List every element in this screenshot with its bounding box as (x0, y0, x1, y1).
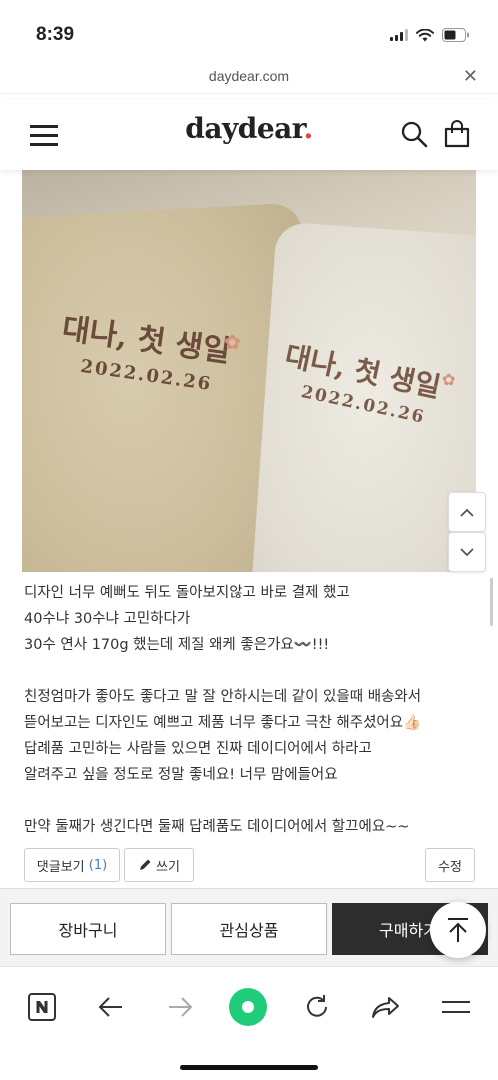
chevron-up-icon (460, 508, 474, 517)
view-comments-label: 댓글보기 (36, 859, 85, 875)
review-line: 만약 둘째가 생긴다면 둘째 답례품도 데이디어에서 할끄에요~~ (24, 819, 410, 835)
home-indicator (180, 1065, 318, 1070)
scroll-to-top-button[interactable] (430, 902, 486, 958)
share-button[interactable] (366, 987, 406, 1027)
forward-button[interactable] (160, 987, 200, 1027)
chevron-down-icon (460, 547, 474, 556)
pencil-icon (140, 859, 151, 870)
review-line: 친정엄마가 좋아도 좋다고 말 잘 안하시는데 같이 있을때 배송와서 (24, 689, 422, 705)
review-line: 답례품 고민하는 사람들 있으면 진짜 데이디어에서 하라고 (24, 741, 372, 757)
close-icon[interactable]: ✕ (463, 66, 478, 87)
review-line: 30수 연사 170g 했는데 제질 왜케 좋은가요〰️!!! (24, 637, 330, 653)
cart-label: 장바구니 (58, 921, 118, 940)
review-photo[interactable]: 대나, 첫 생일 2022.02.26 대나, 첫 생일 2022.02.26 … (22, 170, 476, 572)
arrow-up-icon (448, 918, 468, 942)
browser-toolbar (0, 966, 498, 1080)
site-header: daydear. (0, 100, 498, 170)
wishlist-button[interactable]: 관심상품 (171, 903, 327, 955)
arrow-right-icon (169, 997, 193, 1017)
purchase-bar: 장바구니 관심상품 구매하기 (0, 888, 498, 966)
naver-home-button[interactable] (22, 987, 62, 1027)
scrollbar[interactable] (490, 578, 493, 626)
arrow-left-icon (98, 997, 122, 1017)
flower-embroidery-icon: ✿ (224, 330, 241, 354)
review-line: 알려주고 싶을 정도로 정말 좋네요! 너무 맘에들어요 (24, 767, 338, 783)
status-time: 8:39 (36, 24, 75, 45)
scroll-down-button[interactable] (448, 532, 486, 572)
write-label: 쓰기 (156, 859, 180, 875)
status-bar: 8:39 (0, 0, 498, 62)
url-domain[interactable]: daydear.com (0, 68, 498, 84)
more-menu-button[interactable] (436, 987, 476, 1027)
search-icon[interactable] (400, 120, 428, 148)
flower-embroidery-icon: ✿ (442, 370, 456, 389)
wishlist-label: 관심상품 (219, 921, 279, 940)
naver-n-icon (28, 993, 56, 1021)
share-arrow-icon (372, 997, 399, 1018)
back-button[interactable] (91, 987, 131, 1027)
logo-text: daydear (185, 112, 304, 145)
menu-lines-icon (442, 1001, 470, 1013)
shopping-bag-icon[interactable] (443, 120, 471, 148)
reload-icon (307, 995, 327, 1017)
review-line: 디자인 너무 예뻐도 뒤도 돌아보지않고 바로 결제 했고 (24, 585, 350, 601)
url-bar[interactable]: daydear.com ✕ (0, 62, 498, 94)
add-to-cart-button[interactable]: 장바구니 (10, 903, 166, 955)
write-comment-button[interactable]: 쓰기 (124, 848, 194, 882)
wifi-icon (416, 28, 434, 41)
edit-label: 수정 (438, 859, 462, 875)
review-body: 디자인 너무 예뻐도 뒤도 돌아보지않고 바로 결제 했고 40수냐 30수냐 … (24, 580, 480, 840)
scroll-up-button[interactable] (448, 492, 486, 532)
green-dot-icon (229, 988, 267, 1026)
green-dot-button[interactable] (228, 987, 268, 1027)
view-comments-button[interactable]: 댓글보기 (1) (24, 848, 120, 882)
review-line: 40수냐 30수냐 고민하다가 (24, 611, 191, 627)
battery-icon (442, 28, 469, 42)
edit-review-button[interactable]: 수정 (425, 848, 475, 882)
review-line: 뜯어보고는 디자인도 예쁘고 제품 너무 좋다고 극찬 해주셨어요👍🏻 (24, 715, 422, 731)
cellular-signal-icon (390, 29, 408, 41)
logo-dot: . (303, 112, 313, 145)
comments-count: (1) (88, 857, 108, 873)
status-icons (390, 28, 470, 42)
reload-button[interactable] (297, 987, 337, 1027)
